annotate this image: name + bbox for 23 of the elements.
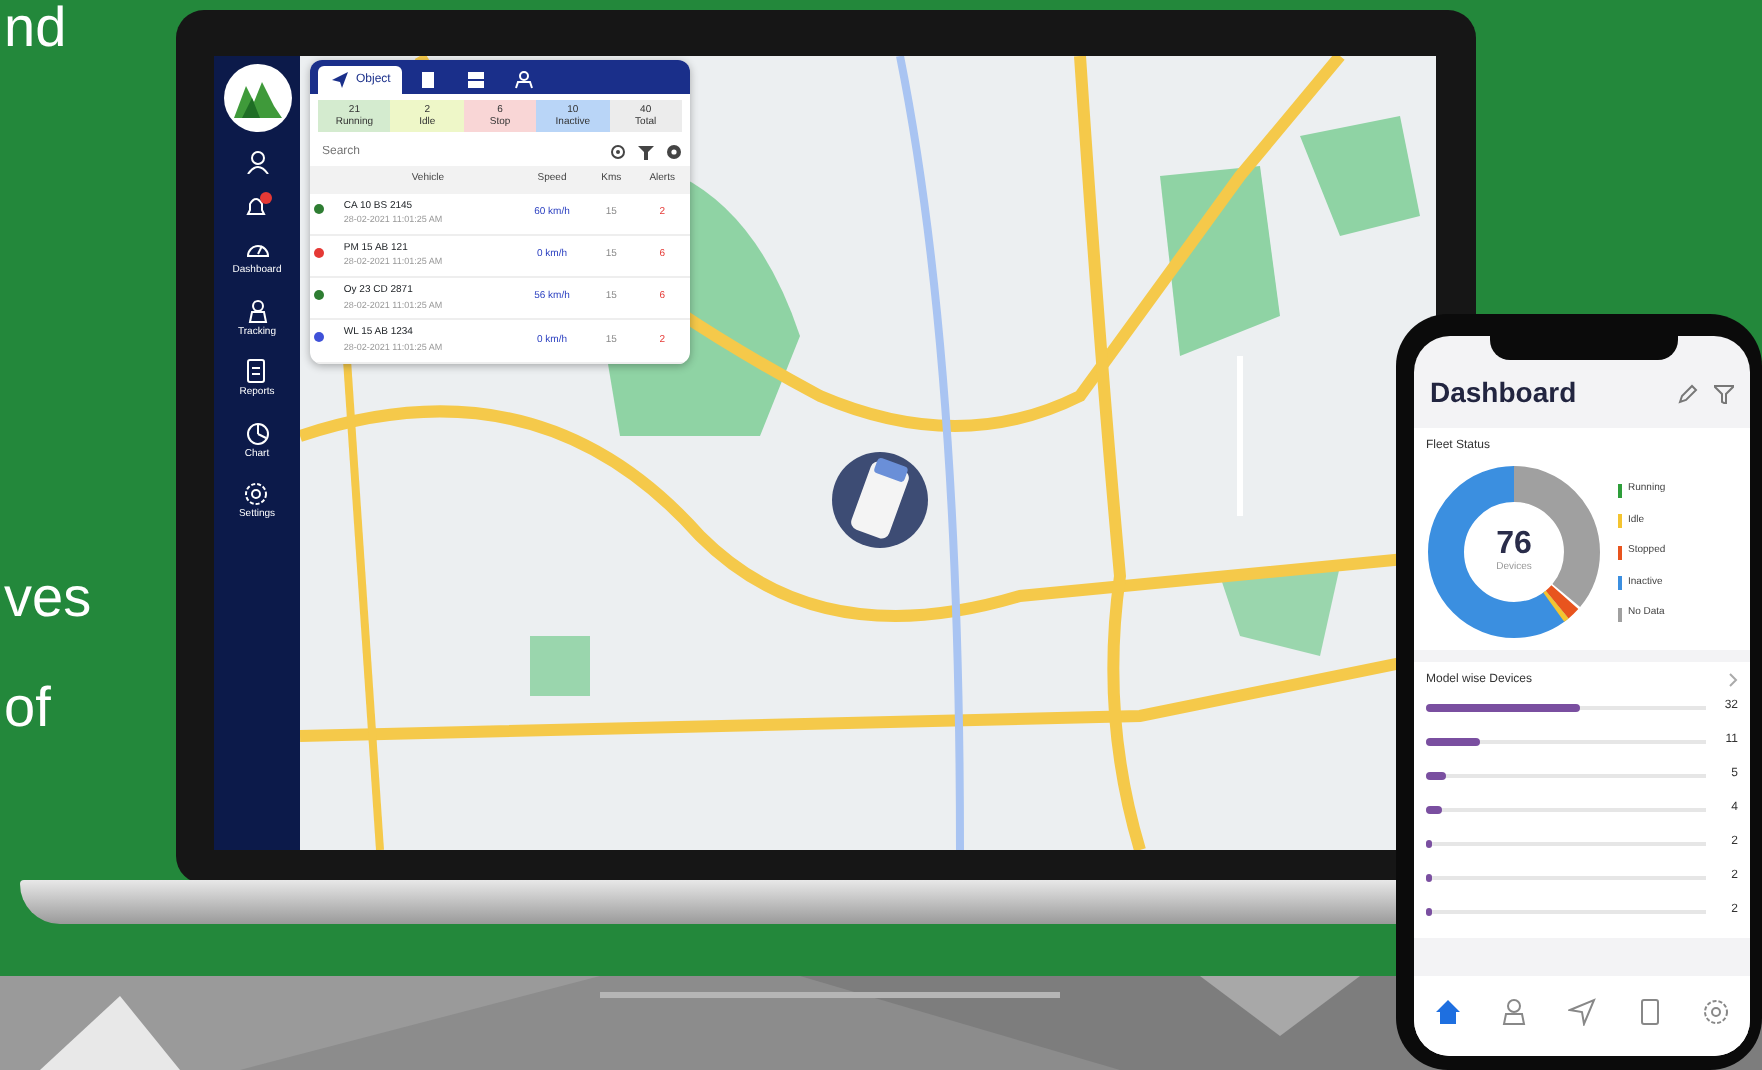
- page-title: Dashboard: [1430, 374, 1577, 412]
- bell-icon[interactable]: [243, 192, 271, 218]
- person-icon: [514, 70, 535, 90]
- tagline-fragment: nd: [4, 0, 67, 56]
- settings-icon: [1702, 997, 1731, 1026]
- navigation-icon: [330, 70, 350, 90]
- pie-chart-icon: [243, 419, 271, 445]
- user-icon[interactable]: [245, 150, 269, 174]
- settings-icon[interactable]: [666, 144, 682, 160]
- edit-icon[interactable]: [1678, 383, 1698, 403]
- locate-icon[interactable]: [610, 144, 626, 160]
- report-icon: [242, 358, 271, 384]
- tagline-fragment: ves: [4, 570, 92, 626]
- person-icon: [243, 297, 271, 323]
- document-icon: [1635, 997, 1664, 1026]
- home-icon: [1433, 997, 1462, 1026]
- tagline-fragment: of: [4, 680, 51, 736]
- person-icon: [1500, 997, 1529, 1026]
- filter-icon[interactable]: [638, 144, 654, 160]
- total-count: 76: [1496, 528, 1532, 561]
- settings-icon: [242, 480, 271, 506]
- navigation-icon: [1567, 997, 1596, 1026]
- logo-icon: [231, 78, 283, 118]
